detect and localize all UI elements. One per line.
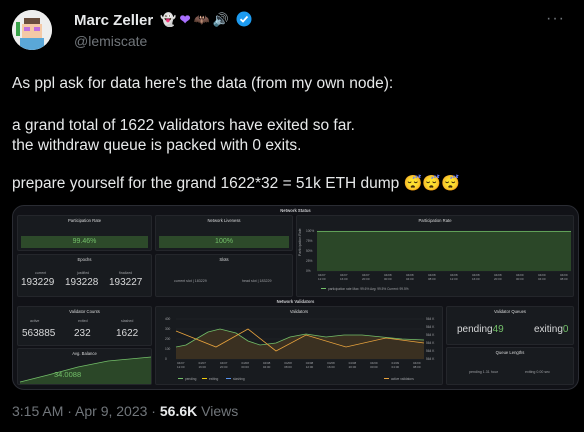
author-handle[interactable]: @lemiscate <box>74 33 147 49</box>
x-tick: 12:00 <box>306 365 314 369</box>
exiting-queue: exiting0 <box>534 324 569 335</box>
x-tick: 04:00 <box>406 277 414 281</box>
justified-epoch: 193228 <box>65 277 99 288</box>
tweet-line-2: a grand total of 1622 validators have ex… <box>12 117 355 134</box>
x-tick: 08:00 <box>284 365 292 369</box>
y-tick: 75% <box>306 239 313 243</box>
current-epoch: 193229 <box>21 277 55 288</box>
tweet-line-3: the withdraw queue is packed with 0 exit… <box>12 137 302 154</box>
validator-counts-panel: Validator Counts active exited slashed 5… <box>17 306 152 346</box>
tweet-timestamp[interactable]: 3:15 AM · Apr 9, 2023 · <box>12 403 160 419</box>
svg-text:active validators: active validators <box>391 377 414 381</box>
tweet-line-4: prepare yourself for the grand 1622*32 =… <box>12 175 460 192</box>
ghost-emoji: 👻 <box>160 12 177 27</box>
y-tick: 100 <box>165 347 171 351</box>
verified-badge-icon <box>236 11 252 27</box>
x-tick: 04:00 <box>538 277 546 281</box>
y-tick: 400 <box>165 317 171 321</box>
view-count: 56.6K <box>159 403 198 419</box>
chart-legend: participation rate Max: 99.6% Avg: 99.5%… <box>328 287 409 291</box>
network-liveness-value: 100% <box>215 238 233 245</box>
participation-rate-value: 99.46% <box>72 238 97 245</box>
epochs-panel: Epochs current justified finalized 19322… <box>17 254 152 297</box>
y-tick-right: 564 K <box>426 341 435 345</box>
participation-chart: Participation Rate 100% 75% 50% 25% 0% 0… <box>298 228 571 291</box>
x-tick: 08:00 <box>428 277 436 281</box>
x-tick: 00:00 <box>384 277 392 281</box>
y-tick: 0 <box>165 357 167 361</box>
y-axis-label: Participation Rate <box>298 228 302 256</box>
x-tick: 16:00 <box>198 365 206 369</box>
validators-chart: 400 300 200 100 0 564 K 564 K 564 K 564 … <box>165 317 435 381</box>
x-tick: 00:00 <box>516 277 524 281</box>
svg-text:slashing: slashing <box>233 377 245 381</box>
slots-panel: Slots current slot | 183229 head slot | … <box>155 254 293 297</box>
participation-chart-panel: Participation Rate Participation Rate 10… <box>296 215 574 297</box>
x-tick: 16:00 <box>340 277 348 281</box>
y-tick: 50% <box>306 249 313 253</box>
x-tick: 16:00 <box>472 277 480 281</box>
participation-rate-panel: Participation Rate 99.46% <box>17 215 152 251</box>
x-tick: 20:00 <box>362 277 370 281</box>
y-tick-right: 564 K <box>426 317 435 321</box>
y-tick-right: 564 K <box>426 357 435 361</box>
x-tick: 04:00 <box>263 365 271 369</box>
y-tick-right: 564 K <box>426 325 435 329</box>
x-tick: 08:00 <box>413 365 421 369</box>
avatar[interactable] <box>12 10 52 50</box>
y-tick: 25% <box>306 259 313 263</box>
finalized-epoch: 193227 <box>109 277 143 288</box>
tweet-line-1: As ppl ask for data here's the data (fro… <box>12 75 394 92</box>
x-tick: 20:00 <box>220 365 228 369</box>
validators-chart-panel: Validators 400 300 200 100 0 564 K 564 K… <box>155 306 443 385</box>
y-tick-right: 564 K <box>426 333 435 337</box>
y-tick: 200 <box>165 337 171 341</box>
queue-lengths-panel: Queue Lengths pending 1.31 hour exiting … <box>446 347 574 385</box>
sleeping-face-emoji: 😴😴😴 <box>403 175 460 192</box>
dashboard-screenshot[interactable]: Network Status Participation Rate 99.46%… <box>12 205 579 390</box>
slashed-validators: 1622 <box>116 328 139 339</box>
speaker-emoji: 🔊 <box>212 12 229 27</box>
x-tick: 12:00 <box>177 365 185 369</box>
pending-queue: pending49 <box>457 324 504 335</box>
x-tick: 20:00 <box>494 277 502 281</box>
more-options-icon[interactable]: ··· <box>546 10 565 28</box>
svg-text:exiting: exiting <box>209 377 218 381</box>
avg-balance-panel: Avg. Balance 34.0088 <box>17 348 152 385</box>
exited-validators: 232 <box>74 328 91 339</box>
y-tick: 100% <box>306 229 314 233</box>
purple-heart-emoji: ❤ <box>179 12 191 27</box>
x-tick: 12:00 <box>318 277 326 281</box>
network-liveness-panel: Network Liveness 100% <box>155 215 293 251</box>
x-tick: 20:00 <box>349 365 357 369</box>
active-validators: 563885 <box>22 328 56 339</box>
x-tick: 12:00 <box>450 277 458 281</box>
y-tick-right: 564 K <box>426 349 435 353</box>
section-network-validators: Network Validators <box>276 299 315 304</box>
validator-queues-panel: Validator Queues pending49 exiting0 <box>446 306 574 345</box>
participation-area <box>317 231 571 271</box>
y-tick: 300 <box>165 327 171 331</box>
section-network-status: Network Status <box>280 208 311 213</box>
y-tick: 0% <box>306 269 311 273</box>
x-tick: 04:00 <box>392 365 400 369</box>
author-name[interactable]: Marc Zeller 👻 ❤ 🦇 🔊 <box>74 11 252 29</box>
bat-emoji: 🦇 <box>193 12 210 27</box>
tweet-metadata: 3:15 AM · Apr 9, 2023 · 56.6K Views <box>12 403 239 419</box>
x-tick: 08:00 <box>560 277 568 281</box>
x-tick: 16:00 <box>327 365 335 369</box>
avg-balance-value: 34.0088 <box>54 370 82 379</box>
x-tick: 00:00 <box>370 365 378 369</box>
svg-text:pending: pending <box>185 377 197 381</box>
x-tick: 00:00 <box>241 365 249 369</box>
